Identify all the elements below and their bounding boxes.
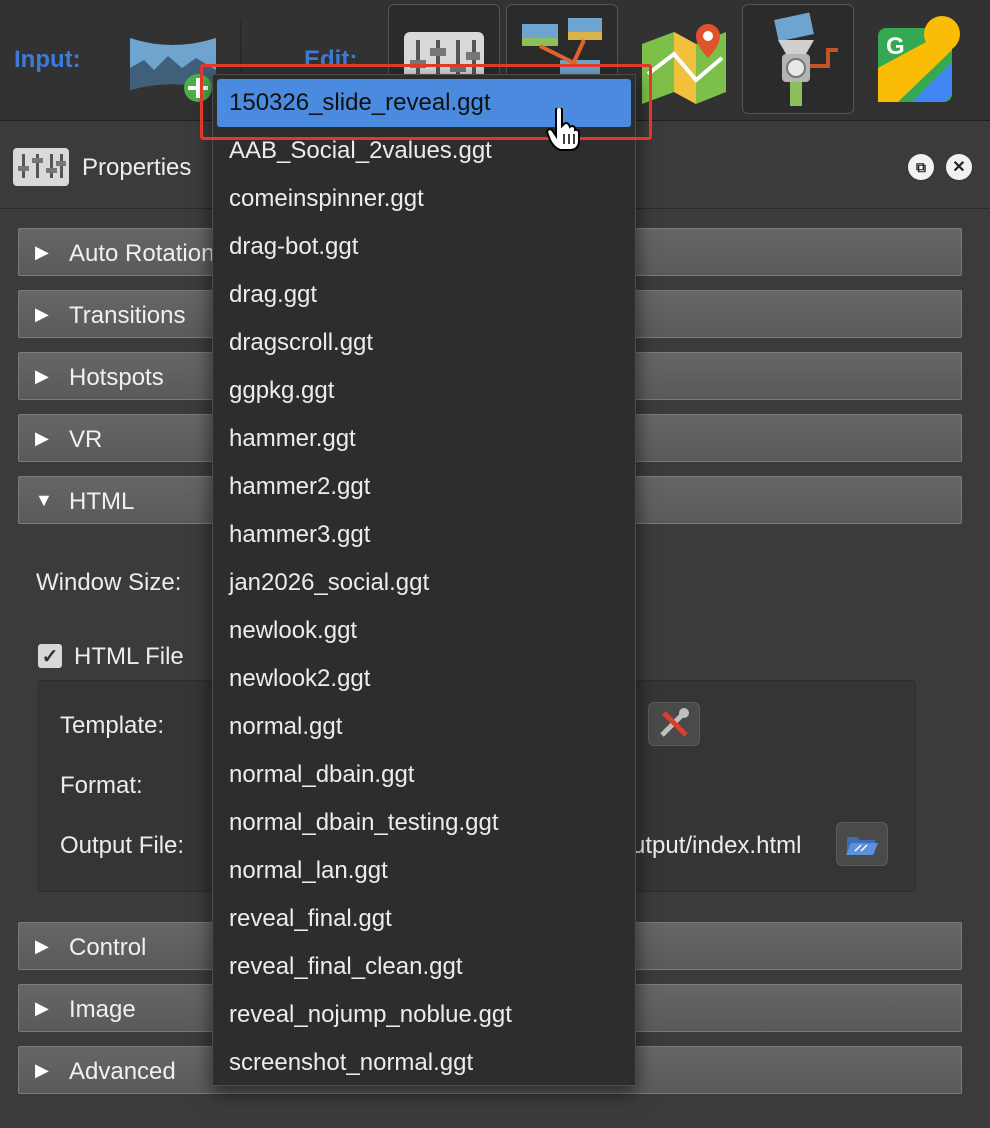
grinder-icon bbox=[774, 12, 838, 106]
template-label: Template: bbox=[60, 712, 165, 739]
dropdown-item[interactable]: hammer2.ggt bbox=[217, 463, 631, 511]
expand-triangle-icon: ▶ bbox=[35, 304, 49, 324]
dropdown-item[interactable]: reveal_final_clean.ggt bbox=[217, 943, 631, 991]
dropdown-item[interactable]: screenshot_normal.ggt bbox=[217, 1039, 631, 1087]
expand-triangle-icon: ▶ bbox=[35, 366, 49, 386]
section-label: Transitions bbox=[69, 302, 186, 329]
restore-window-button[interactable]: ⧉ bbox=[908, 154, 934, 180]
properties-title: Properties bbox=[82, 154, 192, 181]
restore-icon: ⧉ bbox=[916, 158, 926, 175]
edit-template-button[interactable] bbox=[648, 702, 700, 746]
close-panel-button[interactable]: ✕ bbox=[946, 154, 972, 180]
annotation-highlight bbox=[200, 64, 652, 140]
template-dropdown-menu[interactable]: 150326_slide_reveal.ggt AAB_Social_2value… bbox=[212, 74, 636, 1086]
dropdown-item[interactable]: jan2026_social.ggt bbox=[217, 559, 631, 607]
output-file-label: Output File: bbox=[60, 832, 185, 859]
svg-text:G: G bbox=[886, 33, 905, 60]
dropdown-item[interactable]: normal.ggt bbox=[217, 703, 631, 751]
dropdown-item[interactable]: newlook2.ggt bbox=[217, 655, 631, 703]
expand-triangle-icon: ▶ bbox=[35, 242, 49, 262]
section-label: VR bbox=[69, 426, 103, 453]
section-label: Auto Rotation bbox=[69, 240, 215, 267]
html-file-checkbox[interactable]: ✓ bbox=[38, 644, 62, 668]
expand-triangle-icon: ▶ bbox=[35, 428, 49, 448]
folder-open-icon bbox=[846, 837, 878, 855]
hand-pointer-icon bbox=[546, 108, 580, 151]
dropdown-item[interactable]: normal_lan.ggt bbox=[217, 847, 631, 895]
dropdown-item[interactable]: drag-bot.ggt bbox=[217, 223, 631, 271]
dropdown-item[interactable]: hammer.ggt bbox=[217, 415, 631, 463]
section-label: Image bbox=[69, 996, 136, 1023]
window-size-label: Window Size: bbox=[36, 569, 182, 596]
properties-sliders-icon bbox=[13, 148, 69, 186]
section-label: Control bbox=[69, 934, 147, 961]
google-maps-button[interactable]: G bbox=[868, 4, 980, 114]
format-label: Format: bbox=[60, 772, 143, 799]
dropdown-item[interactable]: drag.ggt bbox=[217, 271, 631, 319]
collapse-triangle-icon: ▼ bbox=[35, 490, 53, 510]
dropdown-item[interactable]: newlook.ggt bbox=[217, 607, 631, 655]
input-label: Input: bbox=[14, 46, 81, 73]
dropdown-item[interactable]: reveal_nojump_noblue.ggt bbox=[217, 991, 631, 1039]
dropdown-item[interactable]: hammer3.ggt bbox=[217, 511, 631, 559]
output-file-path[interactable]: utput/index.html bbox=[632, 832, 801, 860]
google-maps-icon: G bbox=[878, 16, 960, 102]
dropdown-item[interactable]: dragscroll.ggt bbox=[217, 319, 631, 367]
section-label: Advanced bbox=[69, 1058, 176, 1085]
html-file-label: HTML File bbox=[74, 643, 184, 670]
browse-output-button[interactable] bbox=[836, 822, 888, 866]
section-label: Hotspots bbox=[69, 364, 164, 391]
expand-triangle-icon: ▶ bbox=[35, 998, 49, 1018]
dropdown-item[interactable]: normal_dbain_testing.ggt bbox=[217, 799, 631, 847]
close-icon: ✕ bbox=[952, 159, 966, 176]
expand-triangle-icon: ▶ bbox=[35, 936, 49, 956]
tools-icon bbox=[660, 708, 689, 737]
package-button[interactable] bbox=[742, 4, 854, 114]
dropdown-item[interactable]: reveal_final.ggt bbox=[217, 895, 631, 943]
dropdown-item[interactable]: ggpkg.ggt bbox=[217, 367, 631, 415]
section-label: HTML bbox=[69, 488, 135, 515]
dropdown-item[interactable]: comeinspinner.ggt bbox=[217, 175, 631, 223]
dropdown-item[interactable]: normal_dbain.ggt bbox=[217, 751, 631, 799]
expand-triangle-icon: ▶ bbox=[35, 1060, 49, 1080]
